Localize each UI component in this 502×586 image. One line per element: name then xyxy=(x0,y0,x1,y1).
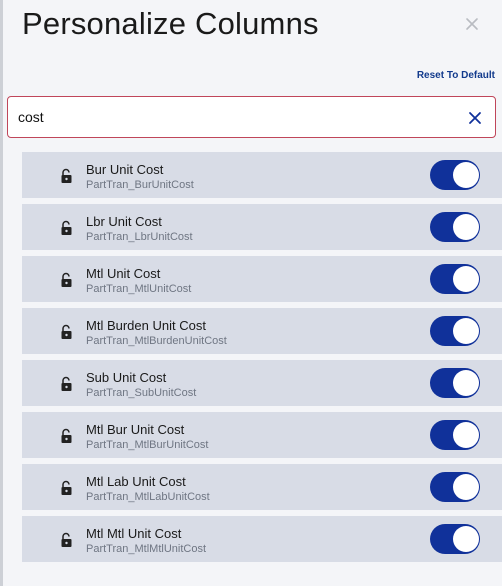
unlock-icon[interactable] xyxy=(60,220,74,236)
column-visibility-toggle[interactable] xyxy=(430,316,480,346)
column-field-name: PartTran_MtlBurdenUnitCost xyxy=(86,335,227,347)
column-visibility-toggle[interactable] xyxy=(430,524,480,554)
unlock-icon[interactable] xyxy=(60,532,74,548)
reset-to-default-link[interactable]: Reset To Default xyxy=(417,70,495,81)
list-item: Mtl Mtl Unit Cost PartTran_MtlMtlUnitCost xyxy=(22,516,502,562)
list-item: Mtl Lab Unit Cost PartTran_MtlLabUnitCost xyxy=(22,464,502,510)
column-visibility-toggle[interactable] xyxy=(430,472,480,502)
column-field-name: PartTran_BurUnitCost xyxy=(86,179,194,191)
column-visibility-toggle[interactable] xyxy=(430,368,480,398)
page-title: Personalize Columns xyxy=(22,6,319,41)
column-field-name: PartTran_MtlMtlUnitCost xyxy=(86,543,207,555)
list-item: Mtl Unit Cost PartTran_MtlUnitCost xyxy=(22,256,502,302)
column-label: Sub Unit Cost xyxy=(86,370,167,385)
column-label: Bur Unit Cost xyxy=(86,162,164,177)
column-field-name: PartTran_SubUnitCost xyxy=(86,387,197,399)
column-label: Mtl Bur Unit Cost xyxy=(86,422,185,437)
search-input[interactable] xyxy=(18,107,448,127)
list-item: Sub Unit Cost PartTran_SubUnitCost xyxy=(22,360,502,406)
column-visibility-toggle[interactable] xyxy=(430,160,480,190)
column-label: Mtl Lab Unit Cost xyxy=(86,474,186,489)
list-item: Lbr Unit Cost PartTran_LbrUnitCost xyxy=(22,204,502,250)
list-item: Mtl Bur Unit Cost PartTran_MtlBurUnitCost xyxy=(22,412,502,458)
unlock-icon[interactable] xyxy=(60,376,74,392)
toggle-knob xyxy=(453,214,479,240)
column-field-name: PartTran_MtlLabUnitCost xyxy=(86,491,210,503)
toggle-knob xyxy=(453,474,479,500)
search-box xyxy=(7,96,496,138)
column-field-name: PartTran_MtlBurUnitCost xyxy=(86,439,209,451)
column-visibility-toggle[interactable] xyxy=(430,420,480,450)
unlock-icon[interactable] xyxy=(60,168,74,184)
close-icon[interactable] xyxy=(462,14,482,34)
column-list: Bur Unit Cost PartTran_BurUnitCost Lbr Uni… xyxy=(22,152,502,568)
left-edge-divider xyxy=(0,0,3,586)
column-visibility-toggle[interactable] xyxy=(430,212,480,242)
column-label: Lbr Unit Cost xyxy=(86,214,162,229)
list-item: Mtl Burden Unit Cost PartTran_MtlBurdenUn… xyxy=(22,308,502,354)
toggle-knob xyxy=(453,370,479,396)
unlock-icon[interactable] xyxy=(60,480,74,496)
toggle-knob xyxy=(453,162,479,188)
toggle-knob xyxy=(453,422,479,448)
clear-icon[interactable] xyxy=(467,110,483,126)
toggle-knob xyxy=(453,318,479,344)
column-label: Mtl Burden Unit Cost xyxy=(86,318,206,333)
column-field-name: PartTran_MtlUnitCost xyxy=(86,283,192,295)
column-label: Mtl Unit Cost xyxy=(86,266,161,281)
toggle-knob xyxy=(453,266,479,292)
column-visibility-toggle[interactable] xyxy=(430,264,480,294)
unlock-icon[interactable] xyxy=(60,324,74,340)
list-item: Bur Unit Cost PartTran_BurUnitCost xyxy=(22,152,502,198)
toggle-knob xyxy=(453,526,479,552)
column-field-name: PartTran_LbrUnitCost xyxy=(86,231,193,243)
unlock-icon[interactable] xyxy=(60,428,74,444)
unlock-icon[interactable] xyxy=(60,272,74,288)
column-label: Mtl Mtl Unit Cost xyxy=(86,526,182,541)
